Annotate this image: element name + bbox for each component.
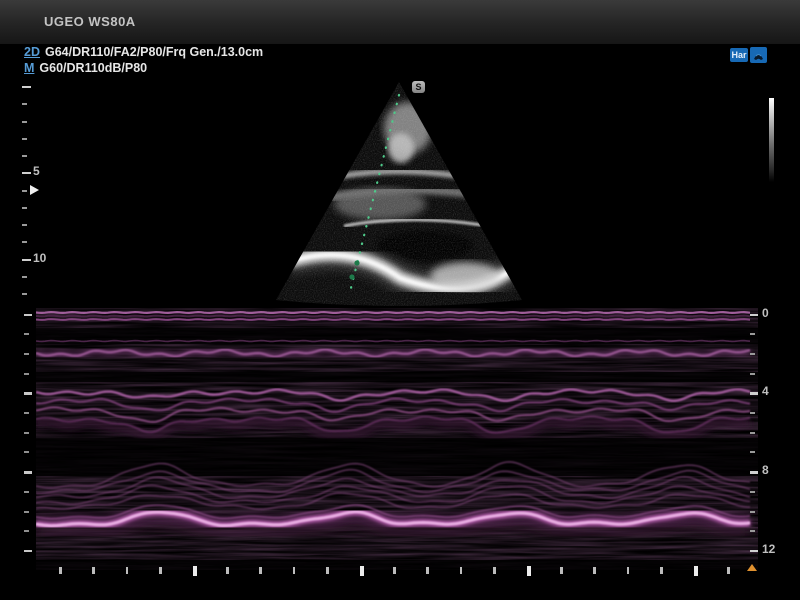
depth-tick-2d [22,190,27,192]
time-tick [226,567,229,574]
time-tick [627,567,630,574]
depth-tick-2d [22,103,27,105]
time-tick [193,566,197,576]
depth-tick-m-left [24,511,29,513]
time-tick [560,567,563,574]
time-tick [593,567,596,574]
2d-params-line: 2D G64/DR110/FA2/P80/Frq Gen./13.0cm [24,45,263,59]
depth-tick-2d [22,138,27,140]
depth-tick-m-right [750,530,755,532]
depth-tick-m-left [24,412,29,414]
caliper-point-1[interactable] [354,260,359,265]
2d-image [260,76,540,310]
depth-label-m: 0 [762,306,769,320]
depth-tick-2d [22,86,31,88]
depth-tick-m-right [750,353,755,355]
time-tick [293,567,296,574]
time-tick [159,567,162,574]
chest-wall-line [36,319,750,320]
depth-label-m: 8 [762,463,769,477]
echo-anatomy [260,76,540,310]
depth-tick-m-right [750,471,758,474]
m-mode-label: M [24,61,34,75]
depth-label-2d: 5 [33,164,40,178]
depth-tick-m-left [24,530,29,532]
depth-tick-m-right [750,491,755,493]
m-mode-trace [36,308,758,570]
depth-tick-2d [22,172,31,174]
depth-tick-2d [22,293,27,295]
transducer-icon[interactable] [750,47,767,63]
sweep-position-marker [747,564,757,571]
depth-tick-m-right [750,373,755,375]
depth-tick-m-left [24,353,29,355]
depth-tick-m-left [24,471,32,474]
caliper-point-2[interactable] [349,274,354,279]
depth-tick-m-left [24,314,32,317]
ultrasound-screen: UGEO WS80A 2D G64/DR110/FA2/P80/Frq Gen./… [0,0,800,600]
depth-label-m: 4 [762,384,769,398]
depth-tick-m-right [750,412,755,414]
depth-tick-2d [22,241,27,243]
depth-tick-m-left [24,451,29,453]
header-bar: UGEO WS80A [0,0,800,44]
speckle-chest-wall [36,308,758,328]
transducer-glyph [750,47,767,63]
depth-tick-m-right [750,333,755,335]
grayscale-bar [769,98,774,182]
depth-label-m: 12 [762,542,775,556]
chest-wall-line [36,312,750,313]
time-tick [59,567,62,574]
depth-tick-m-right [750,314,758,317]
focus-marker-arrow[interactable] [30,185,39,195]
depth-tick-m-right [750,511,755,513]
chest-wall-line [36,316,750,317]
time-tick [360,566,364,576]
time-tick [326,567,329,574]
time-tick [393,567,396,574]
depth-tick-2d [22,121,27,123]
m-params-text: G60/DR110dB/P80 [39,61,147,75]
time-tick [493,567,496,574]
time-tick [92,567,95,574]
depth-label-2d: 10 [33,251,46,265]
depth-tick-m-left [24,550,32,553]
time-tick [126,567,129,574]
2d-params-text: G64/DR110/FA2/P80/Frq Gen./13.0cm [45,45,263,59]
depth-tick-2d [22,207,27,209]
m-params-line: M G60/DR110dB/P80 [24,61,147,75]
time-tick [694,566,698,576]
time-tick [259,567,262,574]
depth-tick-m-right [750,392,758,395]
depth-tick-m-right [750,432,755,434]
depth-tick-m-right [750,451,755,453]
time-tick [460,567,463,574]
depth-tick-m-left [24,432,29,434]
depth-tick-2d [22,224,27,226]
depth-tick-m-left [24,491,29,493]
depth-tick-m-left [24,392,32,395]
depth-tick-2d [22,155,27,157]
depth-tick-2d [22,276,27,278]
depth-tick-m-right [750,550,758,553]
time-tick [426,567,429,574]
time-tick [527,566,531,576]
2d-mode-label: 2D [24,45,40,59]
time-tick [660,567,663,574]
chest-wall-line [36,341,750,342]
time-tick [727,567,730,574]
depth-tick-2d [22,259,31,261]
depth-tick-m-left [24,333,29,335]
harmonic-badge[interactable]: Har [730,48,748,62]
orientation-marker: S [412,81,425,93]
depth-tick-m-left [24,373,29,375]
machine-title: UGEO WS80A [44,14,136,29]
